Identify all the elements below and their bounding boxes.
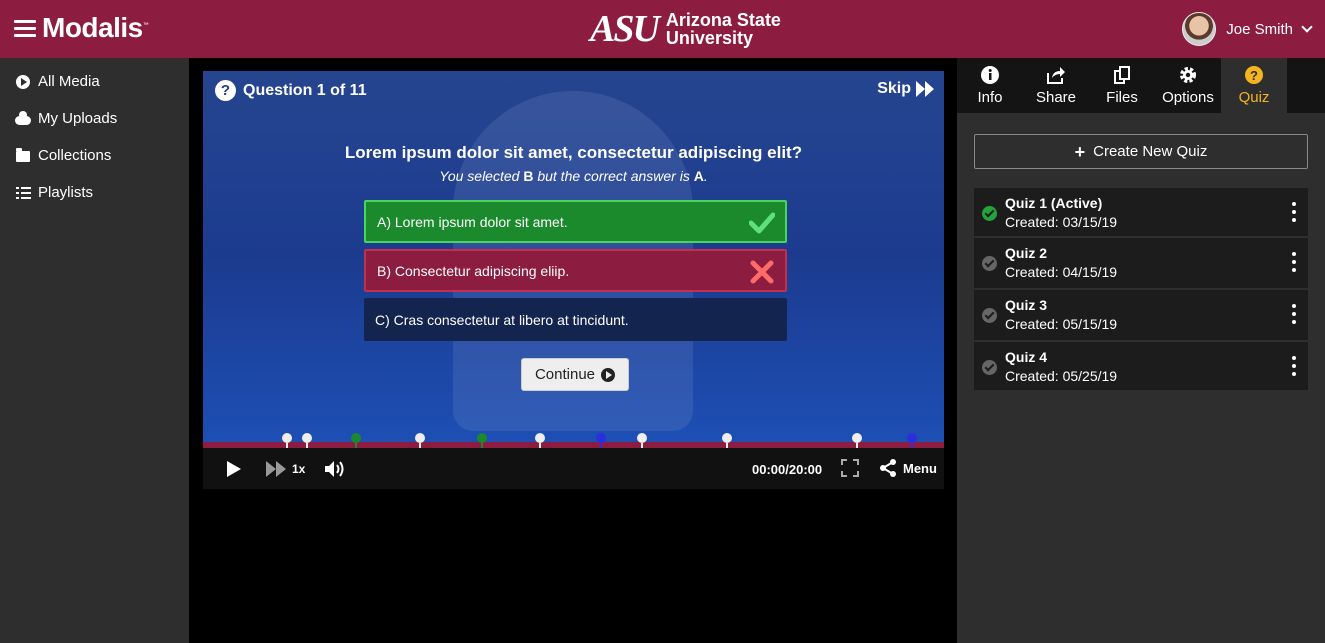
player-controls: 1x 00:00/20:00 Menu [203,448,944,489]
sidebar-item-label: All Media [38,73,100,90]
user-name[interactable]: Joe Smith [1226,21,1293,38]
skip-button[interactable]: Skip [877,80,934,98]
play-circle-icon [601,367,616,382]
check-circle-icon [982,308,997,323]
files-icon [1114,66,1130,84]
svg-text:?: ? [1250,68,1258,83]
plus-icon: + [1074,141,1086,162]
chevron-down-icon[interactable] [1301,21,1313,33]
timeline-marker[interactable] [907,433,918,449]
share-icon [880,459,896,477]
play-icon[interactable] [227,461,241,477]
video-stage: ? Question 1 of 11 Skip Lorem ipsum dolo… [203,71,944,442]
tab-options[interactable]: Options [1155,58,1221,113]
tab-files[interactable]: Files [1089,58,1155,113]
create-new-quiz-button[interactable]: + Create New Quiz [974,134,1308,169]
sidebar-item-collections[interactable]: Collections [0,137,189,174]
brand-logo[interactable]: Modalis™ [42,12,149,44]
right-panel: Info Share Files Options ? Quiz + Create… [957,58,1325,643]
list-item[interactable]: Quiz 1 (Active) Created: 03/15/19 [974,188,1308,238]
quiz-list: Quiz 1 (Active) Created: 03/15/19 Quiz 2… [974,188,1308,392]
tab-share[interactable]: Share [1023,58,1089,113]
hamburger-menu-icon[interactable] [14,20,36,38]
sidebar-item-my-uploads[interactable]: My Uploads [0,100,189,137]
tab-bar: Info Share Files Options ? Quiz [957,58,1325,113]
question-icon: ? [1245,66,1263,84]
university-logo: ASU Arizona State University [590,10,781,48]
check-circle-icon [982,256,997,271]
fast-forward-icon[interactable] [266,461,286,477]
more-options-icon[interactable] [1292,202,1296,222]
folder-icon [15,148,31,164]
university-name: Arizona State University [665,10,781,48]
timeline-marker[interactable] [351,433,362,449]
question-progress: ? Question 1 of 11 [215,80,367,101]
time-readout: 00:00/20:00 [752,462,823,477]
fast-forward-icon [916,81,934,97]
question-icon: ? [215,80,236,101]
avatar[interactable] [1182,12,1217,46]
fullscreen-icon[interactable] [841,459,859,477]
sidebar-item-playlists[interactable]: Playlists [0,174,189,211]
question-text: Lorem ipsum dolor sit amet, consectetur … [344,143,803,162]
answer-option-b[interactable]: B) Consectetur adipiscing eliip. [364,249,787,292]
share-icon [1047,67,1065,84]
cross-icon [750,260,774,284]
list-item[interactable]: Quiz 3 Created: 05/15/19 [974,290,1308,342]
menu-button[interactable]: Menu [879,459,937,477]
playback-speed[interactable]: 1x [292,462,305,476]
sidebar: All Media My Uploads Collections Playlis… [0,58,189,643]
tab-info[interactable]: Info [957,58,1023,113]
timeline-marker[interactable] [852,433,863,449]
sidebar-item-label: Playlists [38,184,94,201]
timeline-marker[interactable] [301,433,312,449]
check-circle-icon [982,206,997,221]
continue-button[interactable]: Continue [521,358,629,391]
more-options-icon[interactable] [1292,356,1296,376]
user-menu[interactable]: Joe Smith [1182,12,1313,46]
answer-option-c[interactable]: C) Cras consectetur at libero at tincidu… [364,298,787,341]
sidebar-item-all-media[interactable]: All Media [0,63,189,100]
timeline-marker[interactable] [637,433,648,449]
answer-feedback: You selected B but the correct answer is… [439,168,708,184]
play-circle-icon [15,74,31,90]
timeline-marker[interactable] [477,433,488,449]
list-icon [15,185,31,201]
gear-icon [1180,67,1196,83]
list-item[interactable]: Quiz 2 Created: 04/15/19 [974,238,1308,290]
more-options-icon[interactable] [1292,304,1296,324]
university-mark: ASU [590,8,660,50]
sidebar-item-label: My Uploads [38,110,118,127]
answer-option-a[interactable]: A) Lorem ipsum dolor sit amet. [364,200,787,243]
volume-icon[interactable] [324,460,350,478]
more-options-icon[interactable] [1292,252,1296,272]
timeline-marker[interactable] [721,433,732,449]
timeline-marker[interactable] [415,433,426,449]
list-item[interactable]: Quiz 4 Created: 05/25/19 [974,342,1308,392]
tab-quiz[interactable]: ? Quiz [1221,58,1287,113]
sidebar-item-label: Collections [38,147,112,164]
info-icon [981,66,999,84]
timeline-marker[interactable] [595,433,606,449]
cloud-icon [15,111,31,127]
video-player: ? Question 1 of 11 Skip Lorem ipsum dolo… [203,71,944,489]
check-circle-icon [982,360,997,375]
timeline-marker[interactable] [281,433,292,449]
top-header: Modalis™ ASU Arizona State University Jo… [0,0,1325,58]
checkmark-icon [749,212,775,234]
timeline-marker[interactable] [535,433,546,449]
